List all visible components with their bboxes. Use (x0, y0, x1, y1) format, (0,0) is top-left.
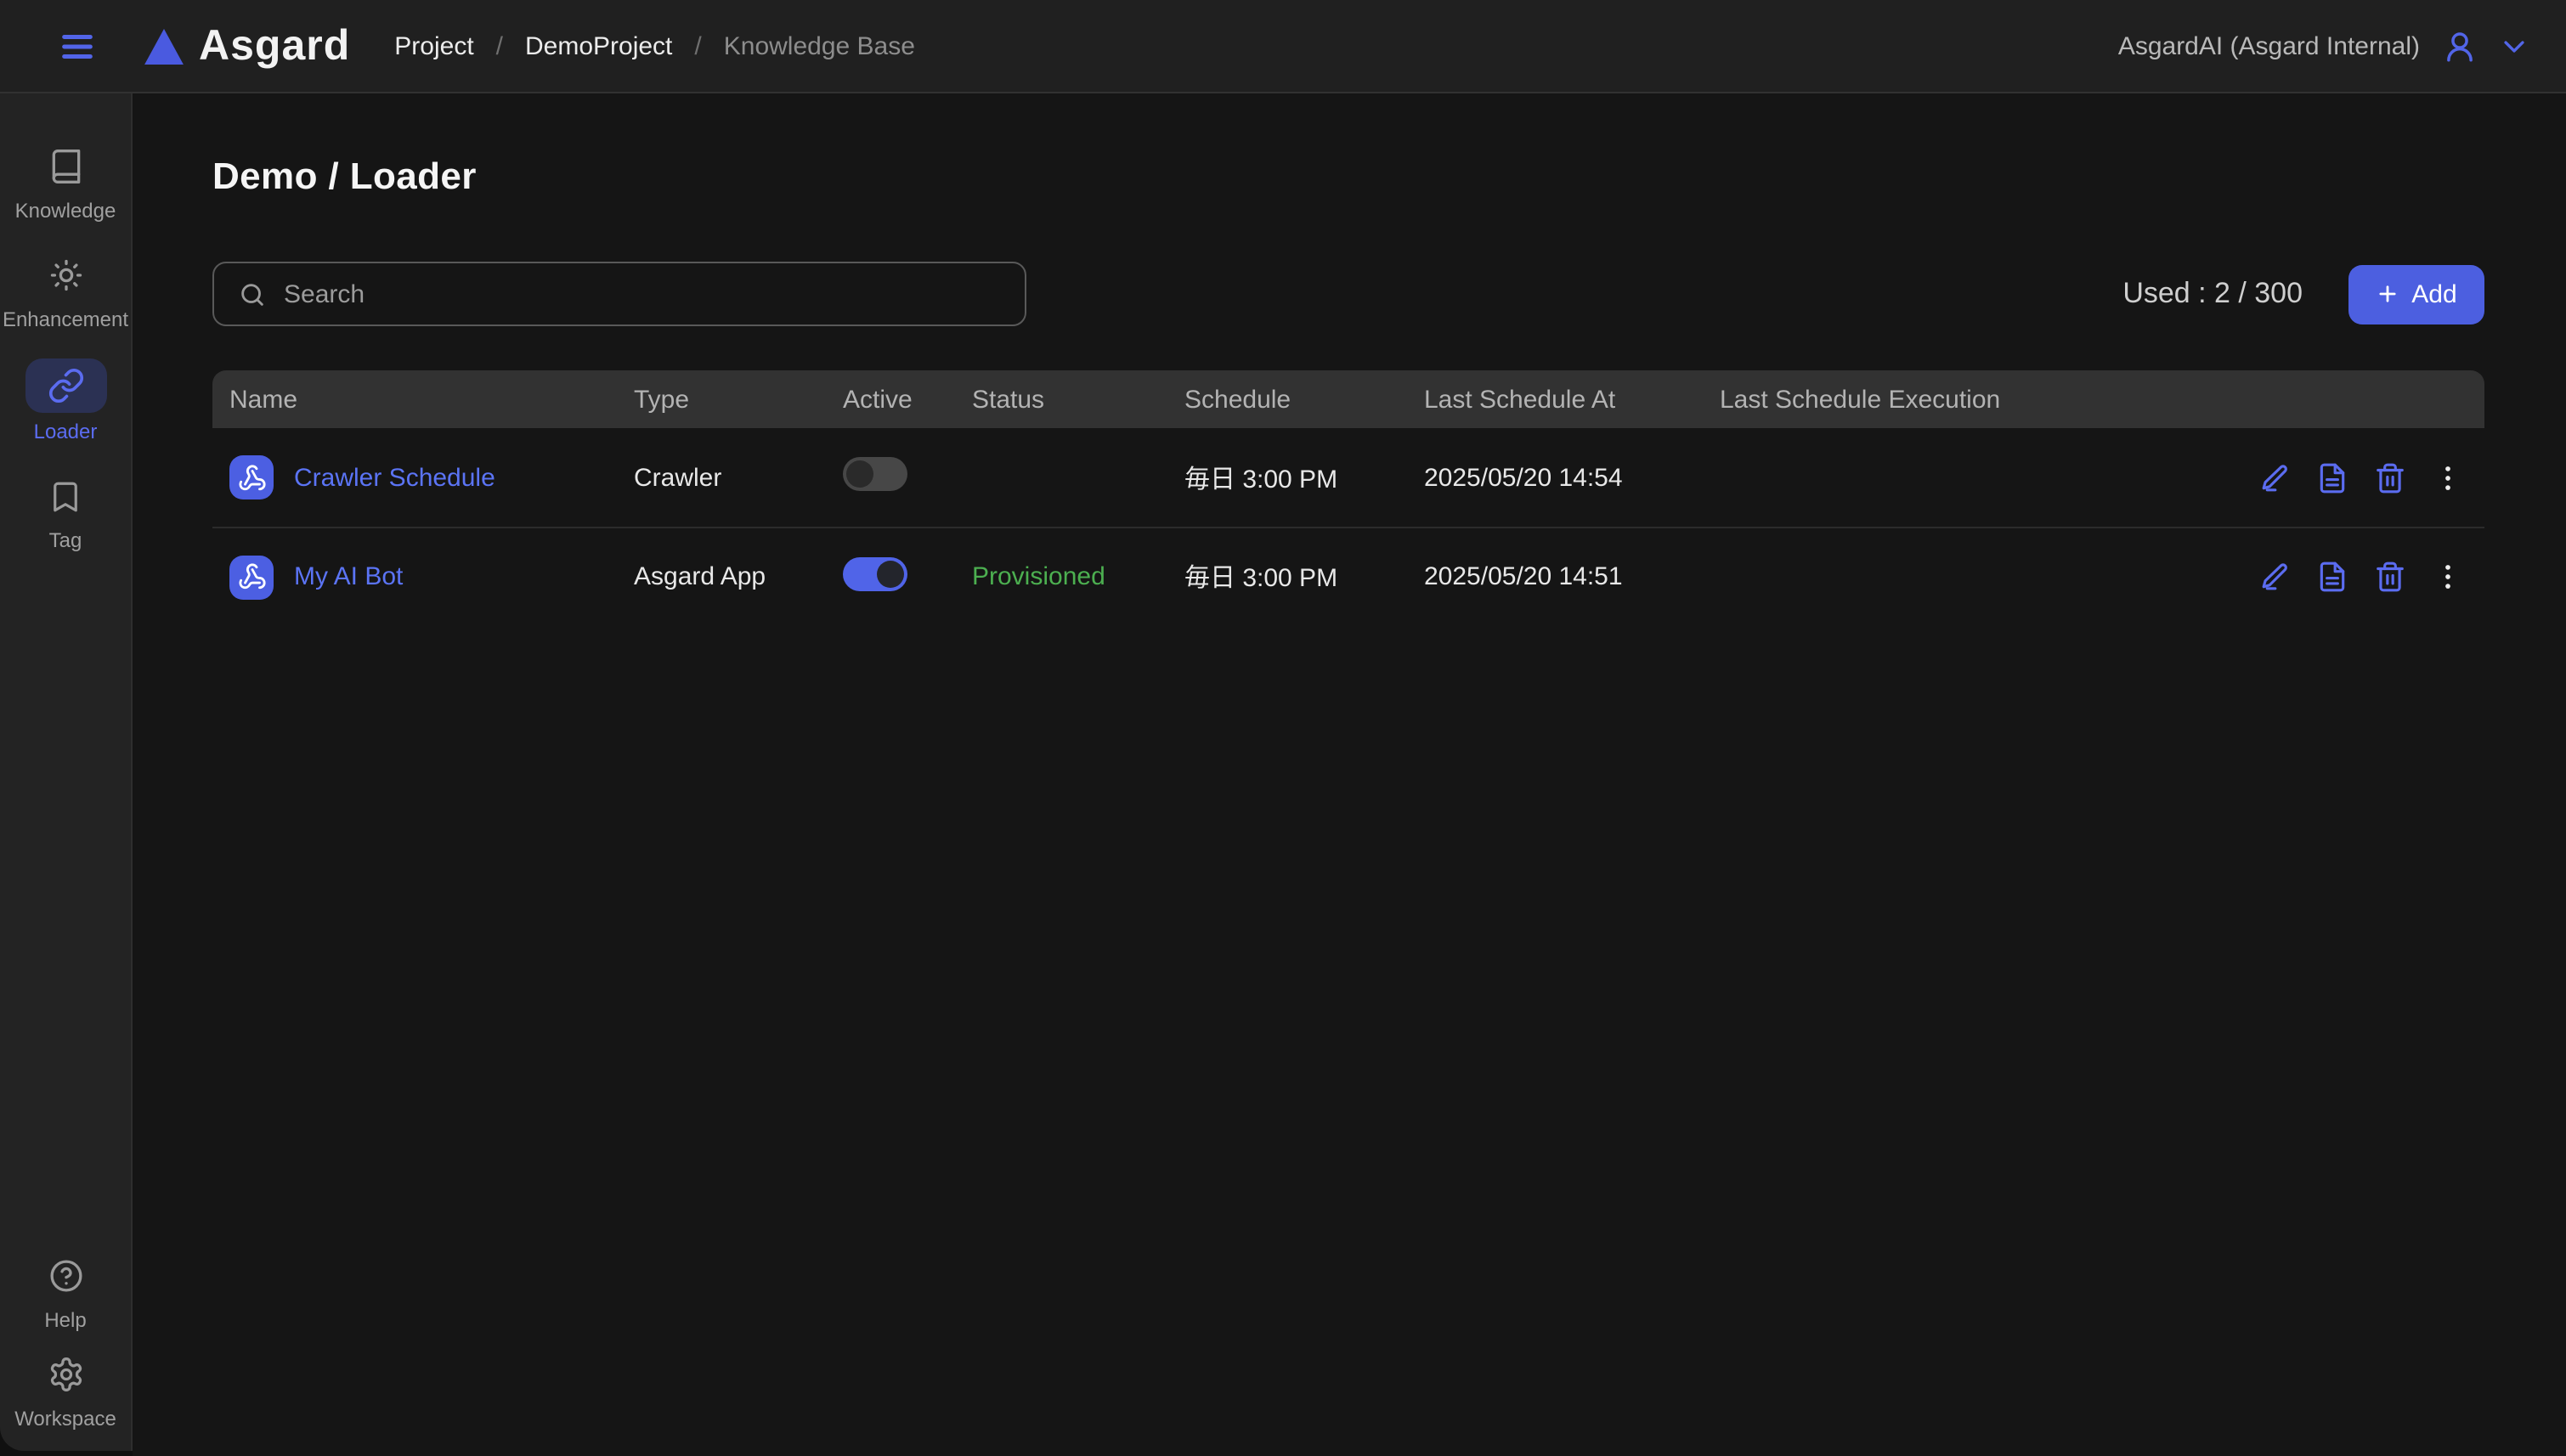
account-menu: AsgardAI (Asgard Internal) (2118, 28, 2529, 64)
sidebar-item-label: Tag (49, 528, 82, 552)
last-schedule-at-cell: 2025/05/20 14:54 (1424, 463, 1720, 492)
sidebar-footer: Help Workspace (0, 1250, 131, 1451)
sun-icon (25, 250, 106, 301)
sidebar-item-knowledge[interactable]: Knowledge (0, 141, 131, 223)
column-header-last-schedule-execution: Last Schedule Execution (1720, 385, 2209, 414)
user-icon[interactable] (2442, 28, 2478, 64)
breadcrumb: Project / DemoProject / Knowledge Base (394, 31, 915, 60)
breadcrumb-item-demoproject[interactable]: DemoProject (525, 31, 672, 60)
help-circle-icon (25, 1250, 106, 1301)
sidebar: Knowledge Enhancement (0, 93, 133, 1451)
edit-icon[interactable] (2258, 561, 2291, 593)
type-cell: Crawler (634, 463, 843, 492)
toggle-knob (846, 460, 873, 488)
page-title: Demo / Loader (212, 155, 2484, 199)
actions-cell (2209, 561, 2464, 593)
edit-icon[interactable] (2258, 461, 2291, 494)
link-icon (25, 358, 106, 413)
brand: Asgard (144, 21, 350, 71)
table-header: Name Type Active Status Schedule Last Sc… (212, 370, 2484, 428)
usage-label: Used : 2 / 300 (2122, 277, 2303, 311)
status-cell: Provisioned (972, 562, 1184, 591)
add-button-label: Add (2411, 279, 2456, 308)
active-toggle[interactable] (843, 457, 907, 491)
column-header-name: Name (229, 385, 634, 414)
trash-icon[interactable] (2374, 461, 2406, 494)
file-text-icon[interactable] (2316, 461, 2348, 494)
column-header-active: Active (843, 385, 972, 414)
sidebar-item-tag[interactable]: Tag (0, 471, 131, 552)
loader-name-link[interactable]: My AI Bot (294, 562, 403, 591)
loader-name-link[interactable]: Crawler Schedule (294, 463, 495, 492)
breadcrumb-separator: / (694, 31, 701, 60)
toggle-knob (877, 560, 904, 587)
plus-icon (2376, 282, 2399, 306)
sidebar-item-label: Enhancement (3, 308, 128, 331)
controls-row: Used : 2 / 300 Add (212, 262, 2484, 326)
webhook-icon (229, 455, 274, 499)
kebab-menu-icon[interactable] (2432, 461, 2464, 494)
file-text-icon[interactable] (2316, 561, 2348, 593)
chevron-down-icon[interactable] (2500, 31, 2529, 60)
schedule-cell: 毎日 3:00 PM (1184, 559, 1424, 595)
topbar: Asgard Project / DemoProject / Knowledge… (0, 0, 2566, 93)
name-cell: My AI Bot (229, 555, 634, 599)
brand-name: Asgard (199, 21, 350, 71)
bookmark-icon (25, 471, 106, 522)
last-schedule-at-cell: 2025/05/20 14:51 (1424, 562, 1720, 591)
column-header-type: Type (634, 385, 843, 414)
breadcrumb-separator: / (496, 31, 503, 60)
sidebar-item-workspace[interactable]: Workspace (0, 1349, 131, 1431)
active-toggle[interactable] (843, 556, 907, 590)
sidebar-item-help[interactable]: Help (0, 1250, 131, 1332)
active-cell (843, 457, 972, 498)
name-cell: Crawler Schedule (229, 455, 634, 499)
sidebar-item-loader[interactable]: Loader (0, 358, 131, 443)
actions-cell (2209, 461, 2464, 494)
breadcrumb-item-knowledge-base: Knowledge Base (724, 31, 915, 60)
active-cell (843, 556, 972, 597)
app: Asgard Project / DemoProject / Knowledge… (0, 0, 2566, 1456)
column-header-status: Status (972, 385, 1184, 414)
table-row: My AI Bot Asgard App Provisioned 毎日 3:00… (212, 527, 2484, 625)
menu-button[interactable] (51, 20, 104, 72)
sidebar-item-enhancement[interactable]: Enhancement (0, 250, 131, 331)
trash-icon[interactable] (2374, 561, 2406, 593)
app-body: Knowledge Enhancement (0, 93, 2566, 1456)
sidebar-item-label: Loader (34, 420, 98, 443)
kebab-menu-icon[interactable] (2432, 561, 2464, 593)
search-input[interactable] (284, 279, 1001, 308)
sidebar-item-label: Workspace (14, 1407, 116, 1431)
search-box (212, 262, 1026, 326)
webhook-icon (229, 555, 274, 599)
gear-icon (25, 1349, 106, 1400)
book-icon (25, 141, 106, 192)
type-cell: Asgard App (634, 562, 843, 591)
triangle-logo-icon (144, 28, 184, 64)
sidebar-item-label: Help (44, 1308, 86, 1332)
add-button[interactable]: Add (2348, 264, 2484, 324)
loader-table: Name Type Active Status Schedule Last Sc… (212, 370, 2484, 625)
search-icon (238, 279, 267, 308)
schedule-cell: 毎日 3:00 PM (1184, 460, 1424, 495)
sidebar-item-label: Knowledge (15, 199, 116, 223)
main-content: Demo / Loader Used : 2 / 300 (133, 93, 2566, 1456)
breadcrumb-item-project[interactable]: Project (394, 31, 473, 60)
table-row: Crawler Schedule Crawler 毎日 3:00 PM 2025… (212, 428, 2484, 527)
column-header-schedule: Schedule (1184, 385, 1424, 414)
account-name[interactable]: AsgardAI (Asgard Internal) (2118, 31, 2420, 60)
hamburger-icon (58, 26, 97, 65)
column-header-last-schedule-at: Last Schedule At (1424, 385, 1720, 414)
